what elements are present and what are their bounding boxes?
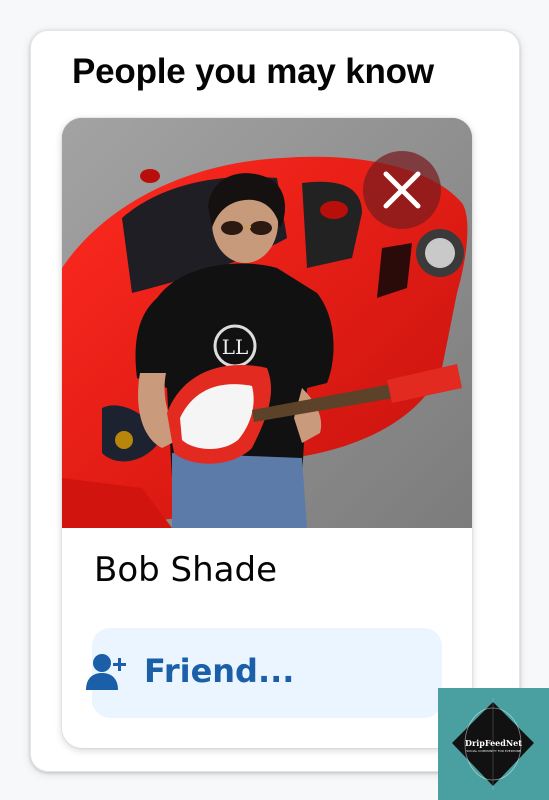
dismiss-button[interactable]	[363, 151, 441, 229]
svg-text:LL: LL	[222, 335, 249, 359]
section-title: People you may know	[72, 52, 434, 91]
close-icon	[383, 171, 421, 209]
watermark-logo: DripFeedNet SOCIAL COMMUNITY FOR EVERYON…	[438, 688, 549, 800]
watermark-subtitle: SOCIAL COMMUNITY FOR EVERYONE	[466, 749, 521, 753]
suggestion-card[interactable]: LL Bob Shade Friend...	[62, 118, 472, 748]
add-friend-button[interactable]: Friend...	[86, 628, 442, 718]
add-friend-icon	[86, 654, 126, 690]
person-name[interactable]: Bob Shade	[94, 550, 277, 590]
watermark-title: DripFeedNet	[465, 738, 522, 748]
add-friend-label: Friend...	[144, 652, 295, 690]
